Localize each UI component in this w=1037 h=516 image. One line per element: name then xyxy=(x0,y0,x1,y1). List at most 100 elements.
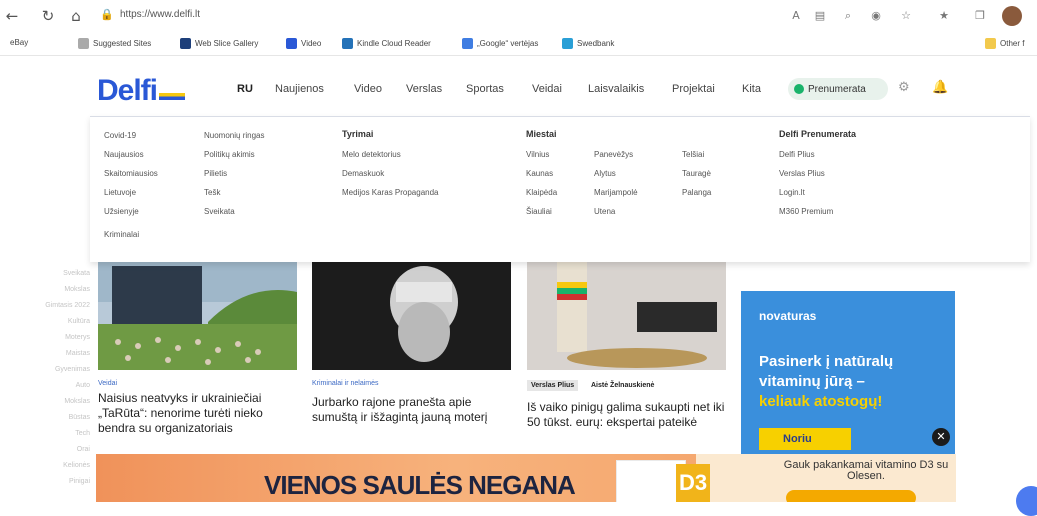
back-icon[interactable]: ← xyxy=(2,6,22,26)
menu-item[interactable]: Delfi Plius xyxy=(779,150,815,159)
favorites-icon[interactable]: ★ xyxy=(936,8,952,24)
article-category-2[interactable]: Kriminalai ir nelaimės xyxy=(312,380,379,387)
menu-item[interactable]: Šiauliai xyxy=(526,207,552,216)
translate-icon xyxy=(462,38,473,49)
bookmark-video[interactable]: Video xyxy=(286,38,321,49)
profile-avatar[interactable] xyxy=(1002,6,1022,26)
nav-laisvalaikis[interactable]: Laisvalaikis xyxy=(588,83,644,95)
ad-line-2: vitaminų jūrą – xyxy=(759,373,865,390)
article-category-1[interactable]: Veidai xyxy=(98,380,117,387)
logo-flag xyxy=(159,93,186,100)
menu-item[interactable]: Telšiai xyxy=(682,150,704,159)
ad-cta-button[interactable]: Noriu xyxy=(759,428,851,450)
menu-item[interactable]: Tešk xyxy=(204,188,220,197)
menu-item[interactable]: Login.lt xyxy=(779,188,805,197)
nav-ru[interactable]: RU xyxy=(237,83,253,95)
article-title-2[interactable]: Jurbarko rajone pranešta apie sumuštą ir… xyxy=(312,395,510,443)
chat-fab[interactable] xyxy=(1016,486,1037,516)
settings-icon[interactable]: ⚙ xyxy=(898,80,910,95)
nav-verslas[interactable]: Verslas xyxy=(406,83,442,95)
reader-icon[interactable]: ▤ xyxy=(812,8,828,24)
menu-item[interactable]: Politikų akimis xyxy=(204,150,255,159)
menu-item[interactable]: Vilnius xyxy=(526,150,549,159)
article-author: Aistė Želnauskienė xyxy=(591,382,655,389)
menu-item[interactable]: Tauragė xyxy=(682,169,711,178)
menu-item[interactable]: Palanga xyxy=(682,188,711,197)
bookmark-kindle[interactable]: Kindle Cloud Reader xyxy=(342,38,431,49)
web-slice-icon xyxy=(180,38,191,49)
nav-video[interactable]: Video xyxy=(354,83,382,95)
zoom-icon[interactable]: ⌕ xyxy=(840,8,856,24)
bookmark-suggested[interactable]: Suggested Sites xyxy=(78,38,151,49)
refresh-icon[interactable]: ↻ xyxy=(38,6,58,26)
favorite-add-icon[interactable]: ☆ xyxy=(898,8,914,24)
menu-item[interactable]: Sveikata xyxy=(204,207,235,216)
menu-item[interactable]: M360 Premium xyxy=(779,207,833,216)
article-title-3[interactable]: Iš vaiko pinigų galima sukaupti net iki … xyxy=(527,400,725,452)
bookmark-ebay[interactable]: eBay xyxy=(10,38,28,47)
home-icon[interactable]: ⌂ xyxy=(66,6,86,26)
bookmark-swedbank[interactable]: Swedbank xyxy=(562,38,614,49)
collections-icon[interactable]: ❐ xyxy=(972,8,988,24)
ad-line-1: Pasinerk į natūralų xyxy=(759,353,894,370)
bookmarks-bar: eBay Suggested Sites Web Slice Gallery V… xyxy=(0,32,1037,56)
menu-item[interactable]: Panevėžys xyxy=(594,150,633,159)
suggested-icon xyxy=(78,38,89,49)
menu-item[interactable]: Demaskuok xyxy=(342,169,384,178)
menu-heading-tyrimai[interactable]: Tyrimai xyxy=(342,129,373,139)
bookmark-web-slice[interactable]: Web Slice Gallery xyxy=(180,38,258,49)
banner-right-text: Gauk pakankamai vitamino D3 su Olesen. xyxy=(783,459,949,482)
bookmark-translate[interactable]: „Google“ vertėjas xyxy=(462,38,538,49)
menu-item[interactable]: Kriminalai xyxy=(104,230,139,239)
mega-menu: Covid-19 Naujausios Skaitomiausios Lietu… xyxy=(90,116,1030,262)
menu-item[interactable]: Nuomonių ringas xyxy=(204,131,264,140)
article-title-1[interactable]: Naisius neatvyks ir ukrainiečiai „TaRūta… xyxy=(98,391,298,454)
extension-icon[interactable]: ◉ xyxy=(868,8,884,24)
menu-item[interactable]: Skaitomiausios xyxy=(104,169,158,178)
video-icon xyxy=(286,38,297,49)
menu-item[interactable]: Kaunas xyxy=(526,169,553,178)
nav-veidai[interactable]: Veidai xyxy=(532,83,562,95)
bottom-banner-ad[interactable]: VIENOS SAULĖS NEGANA D3 Gauk pakankamai … xyxy=(96,454,956,502)
menu-item[interactable]: Verslas Plius xyxy=(779,169,825,178)
novaturas-ad[interactable]: novaturas Pasinerk į natūralų vitaminų j… xyxy=(741,291,955,456)
article-image-1[interactable] xyxy=(98,262,297,370)
bookmark-other[interactable]: Other f xyxy=(985,38,1024,49)
menu-item[interactable]: Naujausios xyxy=(104,150,144,159)
menu-item[interactable]: Lietuvoje xyxy=(104,188,136,197)
lock-icon: 🔒 xyxy=(100,8,114,21)
menu-item[interactable]: Klaipėda xyxy=(526,188,557,197)
close-icon[interactable]: ✕ xyxy=(932,428,950,446)
menu-item[interactable]: Medijos Karas Propaganda xyxy=(342,188,439,197)
swedbank-icon xyxy=(562,38,573,49)
ad-brand: novaturas xyxy=(759,309,817,323)
kindle-icon xyxy=(342,38,353,49)
menu-item[interactable]: Utena xyxy=(594,207,615,216)
premium-badge: Verslas Plius xyxy=(527,380,579,391)
folder-icon xyxy=(985,38,996,49)
menu-item[interactable]: Alytus xyxy=(594,169,616,178)
menu-heading-prenumerata[interactable]: Delfi Prenumerata xyxy=(779,129,856,139)
nav-naujienos[interactable]: Naujienos xyxy=(275,83,324,95)
article-image-3[interactable] xyxy=(527,262,726,370)
banner-cta-button[interactable] xyxy=(786,490,916,502)
article-image-2[interactable] xyxy=(312,262,511,370)
menu-item[interactable]: Covid-19 xyxy=(104,131,136,140)
menu-item[interactable]: Marijampolė xyxy=(594,188,638,197)
left-rail: Sveikata Mokslas Gimtasis 2022 Kultūra M… xyxy=(45,270,90,485)
menu-item[interactable]: Melo detektorius xyxy=(342,150,401,159)
nav-projektai[interactable]: Projektai xyxy=(672,83,715,95)
subscribe-button[interactable]: Prenumerata xyxy=(788,78,888,100)
menu-heading-miestai[interactable]: Miestai xyxy=(526,129,557,139)
nav-kita[interactable]: Kita xyxy=(742,83,761,95)
product-d3: D3 xyxy=(676,464,710,502)
address-bar[interactable]: https://www.delfi.lt xyxy=(120,9,200,20)
nav-sportas[interactable]: Sportas xyxy=(466,83,504,95)
read-aloud-icon[interactable]: A xyxy=(788,8,804,24)
menu-item[interactable]: Užsienyje xyxy=(104,207,139,216)
delfi-logo[interactable]: Delfi xyxy=(97,74,186,108)
subscribe-dot-icon xyxy=(794,84,804,94)
menu-item[interactable]: Pilietis xyxy=(204,169,227,178)
bell-icon[interactable]: 🔔 xyxy=(932,80,948,95)
ad-line-3: keliauk atostogų! xyxy=(759,393,883,410)
